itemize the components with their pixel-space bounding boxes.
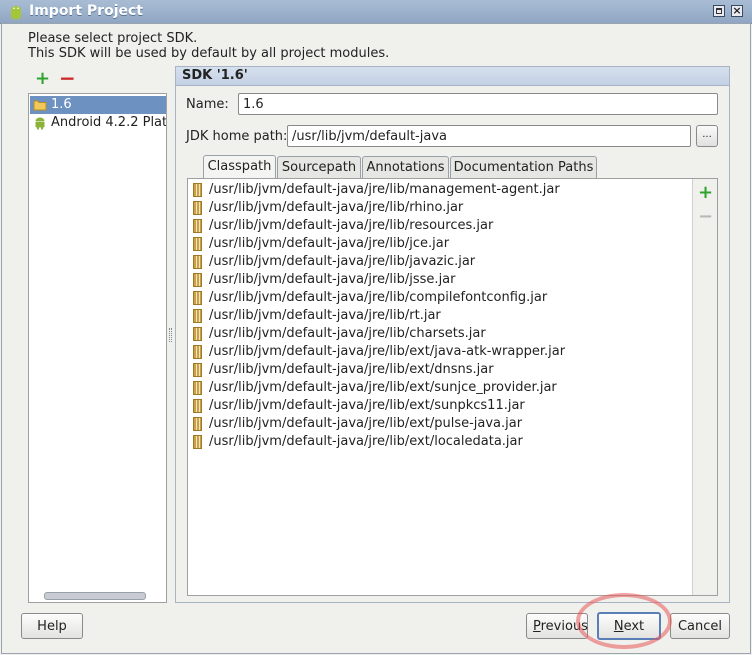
classpath-item-label: /usr/lib/jvm/default-java/jre/lib/rt.jar [209,308,441,323]
jar-file-icon [193,273,202,287]
jar-file-icon [193,435,202,449]
previous-mnemonic: P [533,619,541,634]
jar-file-icon [193,291,202,305]
classpath-item[interactable]: /usr/lib/jvm/default-java/jre/lib/jsse.j… [188,271,688,289]
title-bar[interactable]: Import Project × [0,0,752,24]
cancel-button[interactable]: Cancel [670,613,730,639]
sdk-list-item-1-6[interactable]: 1.6 [30,96,166,114]
previous-button[interactable]: Previous [526,613,588,639]
classpath-item-label: /usr/lib/jvm/default-java/jre/lib/compil… [209,290,548,305]
name-label: Name: [186,97,229,112]
jar-file-icon [193,309,202,323]
folder-icon [33,100,47,111]
classpath-item[interactable]: /usr/lib/jvm/default-java/jre/lib/compil… [188,289,688,307]
classpath-item[interactable]: /usr/lib/jvm/default-java/jre/lib/ext/su… [188,379,688,397]
classpath-list[interactable]: /usr/lib/jvm/default-java/jre/lib/manage… [188,179,693,595]
add-classpath-button[interactable]: + [698,184,713,202]
classpath-item-label: /usr/lib/jvm/default-java/jre/lib/resour… [209,218,494,233]
classpath-item-label: /usr/lib/jvm/default-java/jre/lib/ext/ja… [209,344,566,359]
remove-classpath-button[interactable]: − [698,208,713,226]
next-button[interactable]: Next [597,612,661,640]
instruction-text-line1: Please select project SDK. [28,31,198,46]
classpath-item-label: /usr/lib/jvm/default-java/jre/lib/jce.ja… [209,236,450,251]
classpath-item[interactable]: /usr/lib/jvm/default-java/jre/lib/manage… [188,181,688,199]
android-icon [35,117,45,130]
classpath-item-label: /usr/lib/jvm/default-java/jre/lib/manage… [209,182,560,197]
classpath-item-label: /usr/lib/jvm/default-java/jre/lib/ext/su… [209,380,557,395]
classpath-item-label: /usr/lib/jvm/default-java/jre/lib/rhino.… [209,200,464,215]
maximize-button[interactable] [713,5,725,17]
splitter-handle[interactable] [169,328,172,342]
next-mnemonic: N [613,619,624,634]
help-button[interactable]: Help [21,613,83,639]
classpath-item-label: /usr/lib/jvm/default-java/jre/lib/charse… [209,326,486,341]
classpath-item[interactable]: /usr/lib/jvm/default-java/jre/lib/charse… [188,325,688,343]
tab-documentation-paths[interactable]: Documentation Paths [450,156,597,178]
jar-file-icon [193,363,202,377]
classpath-item-label: /usr/lib/jvm/default-java/jre/lib/jsse.j… [209,272,456,287]
classpath-item[interactable]: /usr/lib/jvm/default-java/jre/lib/resour… [188,217,688,235]
jar-file-icon [193,219,202,233]
sdk-list-horizontal-scrollbar[interactable] [44,592,146,600]
instruction-text-line2: This SDK will be used by default by all … [28,46,390,61]
classpath-item[interactable]: /usr/lib/jvm/default-java/jre/lib/jce.ja… [188,235,688,253]
classpath-item[interactable]: /usr/lib/jvm/default-java/jre/lib/rhino.… [188,199,688,217]
jar-file-icon [193,345,202,359]
jar-file-icon [193,399,202,413]
browse-button[interactable]: ... [696,125,718,147]
jar-file-icon [193,381,202,395]
classpath-item-label: /usr/lib/jvm/default-java/jre/lib/ext/su… [209,398,525,413]
classpath-item-label: /usr/lib/jvm/default-java/jre/lib/ext/dn… [209,362,494,377]
add-sdk-button[interactable]: + [35,70,50,88]
next-label: ext [623,619,645,634]
classpath-item[interactable]: /usr/lib/jvm/default-java/jre/lib/ext/dn… [188,361,688,379]
jar-file-icon [193,327,202,341]
jdk-home-path-field[interactable] [287,125,691,147]
jdk-home-path-label: JDK home path: [186,129,288,144]
classpath-item[interactable]: /usr/lib/jvm/default-java/jre/lib/ext/pu… [188,415,688,433]
jar-file-icon [193,183,202,197]
panel-header-title: SDK '1.6' [182,68,248,83]
tab-sourcepath[interactable]: Sourcepath [277,156,361,178]
previous-label: revious [540,619,588,634]
sdk-list-item-android[interactable]: Android 4.2.2 Platf [30,114,167,132]
android-studio-icon [11,6,21,20]
name-field[interactable] [238,93,718,115]
classpath-item[interactable]: /usr/lib/jvm/default-java/jre/lib/ext/ja… [188,343,688,361]
classpath-item-label: /usr/lib/jvm/default-java/jre/lib/ext/pu… [209,416,523,431]
classpath-item[interactable]: /usr/lib/jvm/default-java/jre/lib/ext/lo… [188,433,688,451]
sdk-list-item-label: 1.6 [51,97,72,112]
panel-header: SDK '1.6' [176,67,729,86]
classpath-item-label: /usr/lib/jvm/default-java/jre/lib/ext/lo… [209,434,523,449]
remove-sdk-button[interactable]: − [59,68,76,88]
sdk-list-item-label: Android 4.2.2 Platf [51,115,167,130]
classpath-item[interactable]: /usr/lib/jvm/default-java/jre/lib/rt.jar [188,307,688,325]
jar-file-icon [193,255,202,269]
jar-file-icon [193,417,202,431]
jar-file-icon [193,201,202,215]
tab-classpath[interactable]: Classpath [203,155,276,179]
classpath-item[interactable]: /usr/lib/jvm/default-java/jre/lib/ext/su… [188,397,688,415]
tab-annotations[interactable]: Annotations [362,156,449,178]
sdk-list[interactable]: 1.6 Android 4.2.2 Platf [28,93,167,603]
window-title: Import Project [29,3,143,19]
close-button[interactable]: × [731,5,743,17]
classpath-item[interactable]: /usr/lib/jvm/default-java/jre/lib/javazi… [188,253,688,271]
jar-file-icon [193,237,202,251]
classpath-item-label: /usr/lib/jvm/default-java/jre/lib/javazi… [209,254,476,269]
